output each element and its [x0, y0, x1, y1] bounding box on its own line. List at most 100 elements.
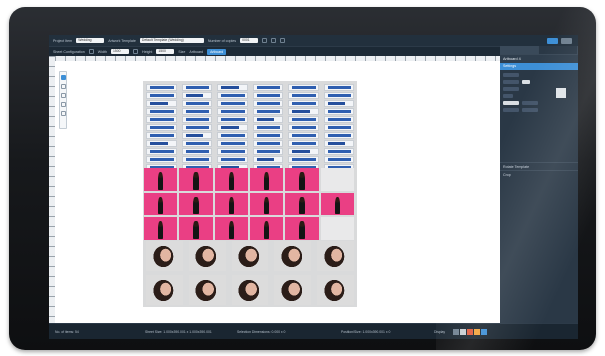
- primary-action-button[interactable]: [547, 38, 558, 44]
- pink-photo-thumbnail[interactable]: [179, 168, 213, 191]
- business-card-thumbnail[interactable]: [252, 84, 283, 91]
- business-card-thumbnail[interactable]: [146, 108, 177, 115]
- display-swatch[interactable]: [460, 329, 466, 335]
- display-swatch[interactable]: [467, 329, 473, 335]
- move-tool-icon[interactable]: [60, 84, 66, 89]
- pink-photo-thumbnail[interactable]: [214, 168, 248, 191]
- business-card-thumbnail[interactable]: [181, 92, 212, 99]
- portrait-thumbnail[interactable]: [231, 241, 269, 271]
- canvas[interactable]: [55, 61, 500, 323]
- margin-field[interactable]: [522, 108, 538, 112]
- undo-icon[interactable]: [262, 38, 268, 43]
- pink-photo-thumbnail[interactable]: [214, 192, 248, 216]
- business-card-thumbnail[interactable]: [323, 132, 354, 139]
- business-card-thumbnail[interactable]: [252, 148, 283, 155]
- portrait-thumbnail[interactable]: [317, 275, 354, 305]
- business-card-thumbnail[interactable]: [181, 100, 212, 107]
- checkbox-field[interactable]: [503, 94, 513, 98]
- redo-icon[interactable]: [271, 38, 277, 43]
- link-icon[interactable]: [132, 49, 138, 54]
- zoom-tool-icon[interactable]: [60, 111, 66, 116]
- business-card-thumbnail[interactable]: [146, 84, 177, 91]
- pink-photo-thumbnail[interactable]: [320, 192, 354, 216]
- business-card-thumbnail[interactable]: [146, 92, 177, 99]
- portrait-thumbnail[interactable]: [188, 275, 226, 305]
- pink-photo-thumbnail[interactable]: [144, 217, 178, 240]
- pink-photo-thumbnail[interactable]: [179, 192, 213, 216]
- business-card-thumbnail[interactable]: [181, 108, 212, 115]
- business-card-thumbnail[interactable]: [288, 92, 319, 99]
- business-card-thumbnail[interactable]: [288, 100, 319, 107]
- pink-photo-thumbnail[interactable]: [320, 217, 354, 240]
- business-card-thumbnail[interactable]: [146, 148, 177, 155]
- business-card-thumbnail[interactable]: [288, 84, 319, 91]
- portrait-thumbnail[interactable]: [188, 241, 226, 271]
- business-card-thumbnail[interactable]: [252, 140, 283, 147]
- secondary-action-button[interactable]: [561, 38, 572, 44]
- rotate-template-row[interactable]: Rotate Template: [500, 162, 578, 170]
- business-card-thumbnail[interactable]: [288, 132, 319, 139]
- select-tool-icon[interactable]: [60, 75, 66, 80]
- business-card-thumbnail[interactable]: [217, 108, 248, 115]
- pink-photo-thumbnail[interactable]: [214, 217, 248, 240]
- width-field[interactable]: 1500: [110, 49, 129, 54]
- project-select[interactable]: Wedding: [76, 38, 105, 43]
- hand-tool-icon[interactable]: [60, 102, 66, 107]
- portrait-thumbnail[interactable]: [317, 241, 354, 271]
- template-select[interactable]: Default Template (Wedding): [139, 38, 204, 43]
- pink-photo-thumbnail[interactable]: [179, 217, 213, 240]
- grid-view-icon[interactable]: [88, 49, 94, 54]
- business-card-thumbnail[interactable]: [217, 148, 248, 155]
- pink-photo-thumbnail[interactable]: [249, 168, 284, 191]
- business-card-thumbnail[interactable]: [181, 132, 212, 139]
- quantity-field[interactable]: 0001: [240, 38, 259, 43]
- portrait-thumbnail[interactable]: [274, 275, 312, 305]
- artboard[interactable]: [143, 81, 357, 307]
- artboard-button[interactable]: Artboard: [207, 48, 227, 55]
- crop-tool-icon[interactable]: [60, 93, 66, 98]
- pink-photo-thumbnail[interactable]: [249, 217, 284, 240]
- business-card-thumbnail[interactable]: [146, 132, 177, 139]
- business-card-thumbnail[interactable]: [288, 124, 319, 131]
- business-card-thumbnail[interactable]: [323, 92, 354, 99]
- business-card-thumbnail[interactable]: [288, 156, 319, 163]
- pink-photo-thumbnail[interactable]: [285, 217, 319, 240]
- business-card-thumbnail[interactable]: [146, 124, 177, 131]
- display-swatch[interactable]: [453, 329, 459, 335]
- h-field[interactable]: [503, 87, 519, 91]
- business-card-thumbnail[interactable]: [217, 100, 248, 107]
- business-card-thumbnail[interactable]: [323, 100, 354, 107]
- business-card-thumbnail[interactable]: [252, 100, 283, 107]
- crop-row[interactable]: Crop: [500, 170, 578, 178]
- business-card-thumbnail[interactable]: [146, 140, 177, 147]
- business-card-thumbnail[interactable]: [217, 92, 248, 99]
- business-card-thumbnail[interactable]: [217, 132, 248, 139]
- dpi-field[interactable]: [503, 101, 519, 105]
- business-card-thumbnail[interactable]: [252, 156, 283, 163]
- pink-photo-thumbnail[interactable]: [249, 192, 284, 216]
- y-field[interactable]: [503, 80, 519, 84]
- w-field[interactable]: [522, 80, 530, 84]
- business-card-thumbnail[interactable]: [252, 132, 283, 139]
- business-card-thumbnail[interactable]: [217, 124, 248, 131]
- portrait-thumbnail[interactable]: [146, 241, 183, 271]
- business-card-thumbnail[interactable]: [146, 156, 177, 163]
- tab-properties[interactable]: [500, 46, 539, 54]
- tab-layers[interactable]: [539, 46, 578, 54]
- pink-photo-thumbnail[interactable]: [285, 168, 319, 191]
- portrait-thumbnail[interactable]: [231, 275, 269, 305]
- business-card-thumbnail[interactable]: [217, 116, 248, 123]
- business-card-thumbnail[interactable]: [288, 116, 319, 123]
- business-card-thumbnail[interactable]: [146, 100, 177, 107]
- business-card-thumbnail[interactable]: [288, 108, 319, 115]
- business-card-thumbnail[interactable]: [181, 116, 212, 123]
- business-card-thumbnail[interactable]: [288, 148, 319, 155]
- settings-section-header[interactable]: Settings: [500, 63, 578, 70]
- pink-photo-thumbnail[interactable]: [320, 168, 354, 191]
- business-card-thumbnail[interactable]: [323, 108, 354, 115]
- display-swatch[interactable]: [474, 329, 480, 335]
- business-card-thumbnail[interactable]: [288, 140, 319, 147]
- zoom-icon[interactable]: [280, 38, 286, 43]
- portrait-thumbnail[interactable]: [146, 275, 183, 305]
- portrait-thumbnail[interactable]: [274, 241, 312, 271]
